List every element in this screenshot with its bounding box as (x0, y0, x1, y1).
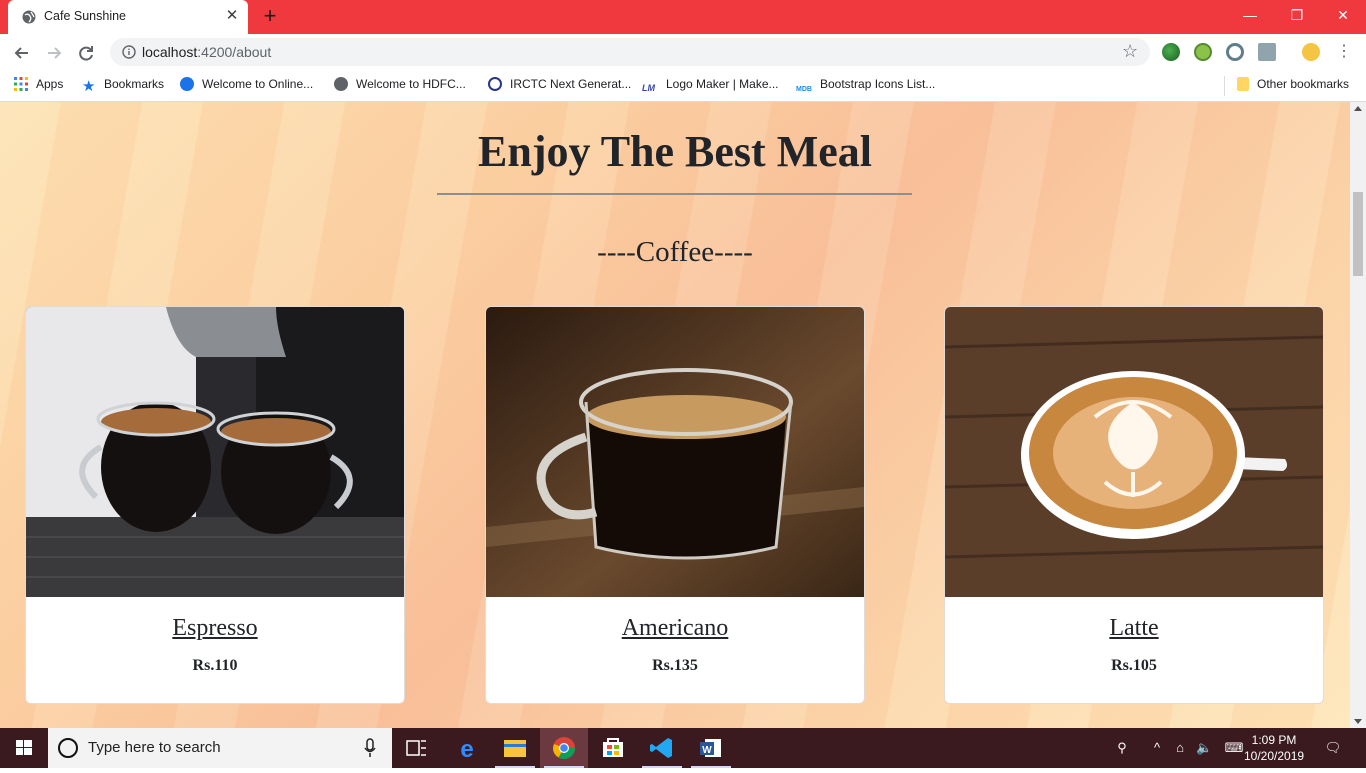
windows-taskbar: Type here to search e W ⚲ ^ ⌂ 🔈 ⌨ 1:09 P… (0, 728, 1366, 768)
menu-card-latte[interactable]: Latte Rs.105 (944, 306, 1324, 704)
browser-titlebar: Cafe Sunshine ✕ + — ❐ ✕ (0, 0, 1366, 34)
item-name[interactable]: Latte (945, 615, 1323, 642)
heading-divider (437, 193, 912, 195)
item-price: Rs.110 (192, 657, 238, 674)
globe-blue-icon (180, 77, 194, 91)
latte-image (945, 307, 1323, 597)
item-price: Rs.135 (652, 657, 698, 674)
info-icon[interactable] (122, 45, 136, 59)
scroll-thumb[interactable] (1353, 192, 1363, 276)
task-view-icon[interactable] (392, 728, 440, 768)
show-hidden-icons-chevron-icon[interactable]: ^ (1149, 740, 1165, 756)
network-icon[interactable]: ⌂ (1172, 740, 1188, 756)
windows-start-icon[interactable] (0, 728, 48, 768)
globe-icon (334, 77, 348, 91)
edge-browser-icon[interactable]: e (443, 728, 491, 768)
volume-icon[interactable]: 🔈 (1196, 740, 1212, 756)
forward-icon[interactable] (43, 42, 65, 64)
bookmark-online[interactable]: Welcome to Online... (180, 77, 313, 93)
espresso-image (26, 307, 404, 597)
lm-icon: LM (642, 83, 655, 93)
bookmarks-separator (1224, 76, 1225, 96)
extension-image-icon[interactable] (1258, 43, 1276, 61)
keyboard-icon[interactable]: ⌨ (1223, 740, 1245, 756)
cortana-icon (58, 738, 78, 758)
menu-kebab-icon[interactable]: ⋮ (1336, 42, 1352, 62)
url-text[interactable]: localhost:4200/about (142, 44, 271, 60)
address-bar[interactable]: localhost:4200/about ☆ (110, 38, 1150, 66)
section-subheading: ----Coffee---- (597, 236, 753, 268)
irctc-icon (488, 77, 502, 91)
menu-card-americano[interactable]: Americano Rs.135 (485, 306, 865, 704)
menu-card-espresso[interactable]: Espresso Rs.110 (25, 306, 405, 704)
bookmark-bootstrap-icons[interactable]: MDB Bootstrap Icons List... (796, 77, 935, 93)
bookmark-logo-maker[interactable]: LM Logo Maker | Make... (642, 77, 779, 93)
window-close-icon[interactable]: ✕ (1331, 5, 1355, 25)
bookmark-star-icon[interactable]: ☆ (1122, 42, 1140, 60)
search-placeholder: Type here to search (88, 739, 221, 756)
tab-title: Cafe Sunshine (44, 9, 127, 23)
new-tab-icon[interactable]: + (260, 5, 280, 27)
page-heading: Enjoy The Best Meal (478, 127, 872, 176)
profile-avatar-icon[interactable] (1302, 43, 1320, 61)
browser-toolbar: localhost:4200/about ☆ ⋮ (0, 34, 1366, 70)
taskbar-search[interactable]: Type here to search (48, 728, 392, 768)
restore-icon[interactable]: ❐ (1285, 5, 1309, 25)
extension-globe-icon[interactable] (1162, 43, 1180, 61)
apps-grid-icon (14, 77, 28, 91)
page-content: Enjoy The Best Meal ----Coffee---- Espre… (0, 102, 1350, 728)
minimize-icon[interactable]: — (1238, 5, 1262, 25)
vscode-icon[interactable] (638, 728, 686, 768)
system-clock[interactable]: 1:09 PM 10/20/2019 (1244, 732, 1304, 764)
folder-icon (1237, 77, 1249, 91)
bookmark-bookmarks[interactable]: ★ Bookmarks (82, 77, 164, 95)
svg-text:e: e (460, 736, 473, 763)
page-scrollbar[interactable] (1350, 102, 1366, 728)
chrome-icon[interactable] (540, 728, 588, 768)
mdb-icon: MDB (796, 86, 812, 93)
bookmark-apps[interactable]: Apps (14, 77, 63, 93)
bookmark-hdfc[interactable]: Welcome to HDFC... (334, 77, 466, 93)
bookmark-other[interactable]: Other bookmarks (1237, 77, 1349, 93)
extension-eye-icon[interactable] (1226, 43, 1244, 61)
clock-time: 1:09 PM (1251, 733, 1297, 747)
clock-date: 10/20/2019 (1244, 749, 1305, 763)
word-icon[interactable]: W (687, 728, 735, 768)
microphone-icon[interactable] (364, 738, 376, 758)
file-explorer-icon[interactable] (491, 728, 539, 768)
svg-text:W: W (702, 745, 712, 756)
reload-icon[interactable] (75, 42, 97, 64)
globe-icon (22, 10, 36, 24)
scroll-up-arrow-icon[interactable] (1354, 106, 1362, 111)
star-icon: ★ (82, 78, 96, 95)
item-name[interactable]: Espresso (26, 615, 404, 642)
item-name[interactable]: Americano (486, 615, 864, 642)
bookmarks-bar: Apps ★ Bookmarks Welcome to Online... Wel… (0, 70, 1366, 102)
extension-green-icon[interactable] (1194, 43, 1212, 61)
item-price: Rs.105 (1111, 657, 1157, 674)
notifications-icon[interactable]: 🗨 (1324, 740, 1342, 756)
scroll-down-arrow-icon[interactable] (1354, 719, 1362, 724)
people-icon[interactable]: ⚲ (1114, 740, 1130, 756)
americano-image (486, 307, 864, 597)
tab-close-icon[interactable]: ✕ (224, 8, 240, 24)
back-icon[interactable] (11, 42, 33, 64)
store-icon[interactable] (589, 728, 637, 768)
browser-tab[interactable]: Cafe Sunshine ✕ (8, 0, 248, 34)
bookmark-irctc[interactable]: IRCTC Next Generat... (488, 77, 631, 93)
